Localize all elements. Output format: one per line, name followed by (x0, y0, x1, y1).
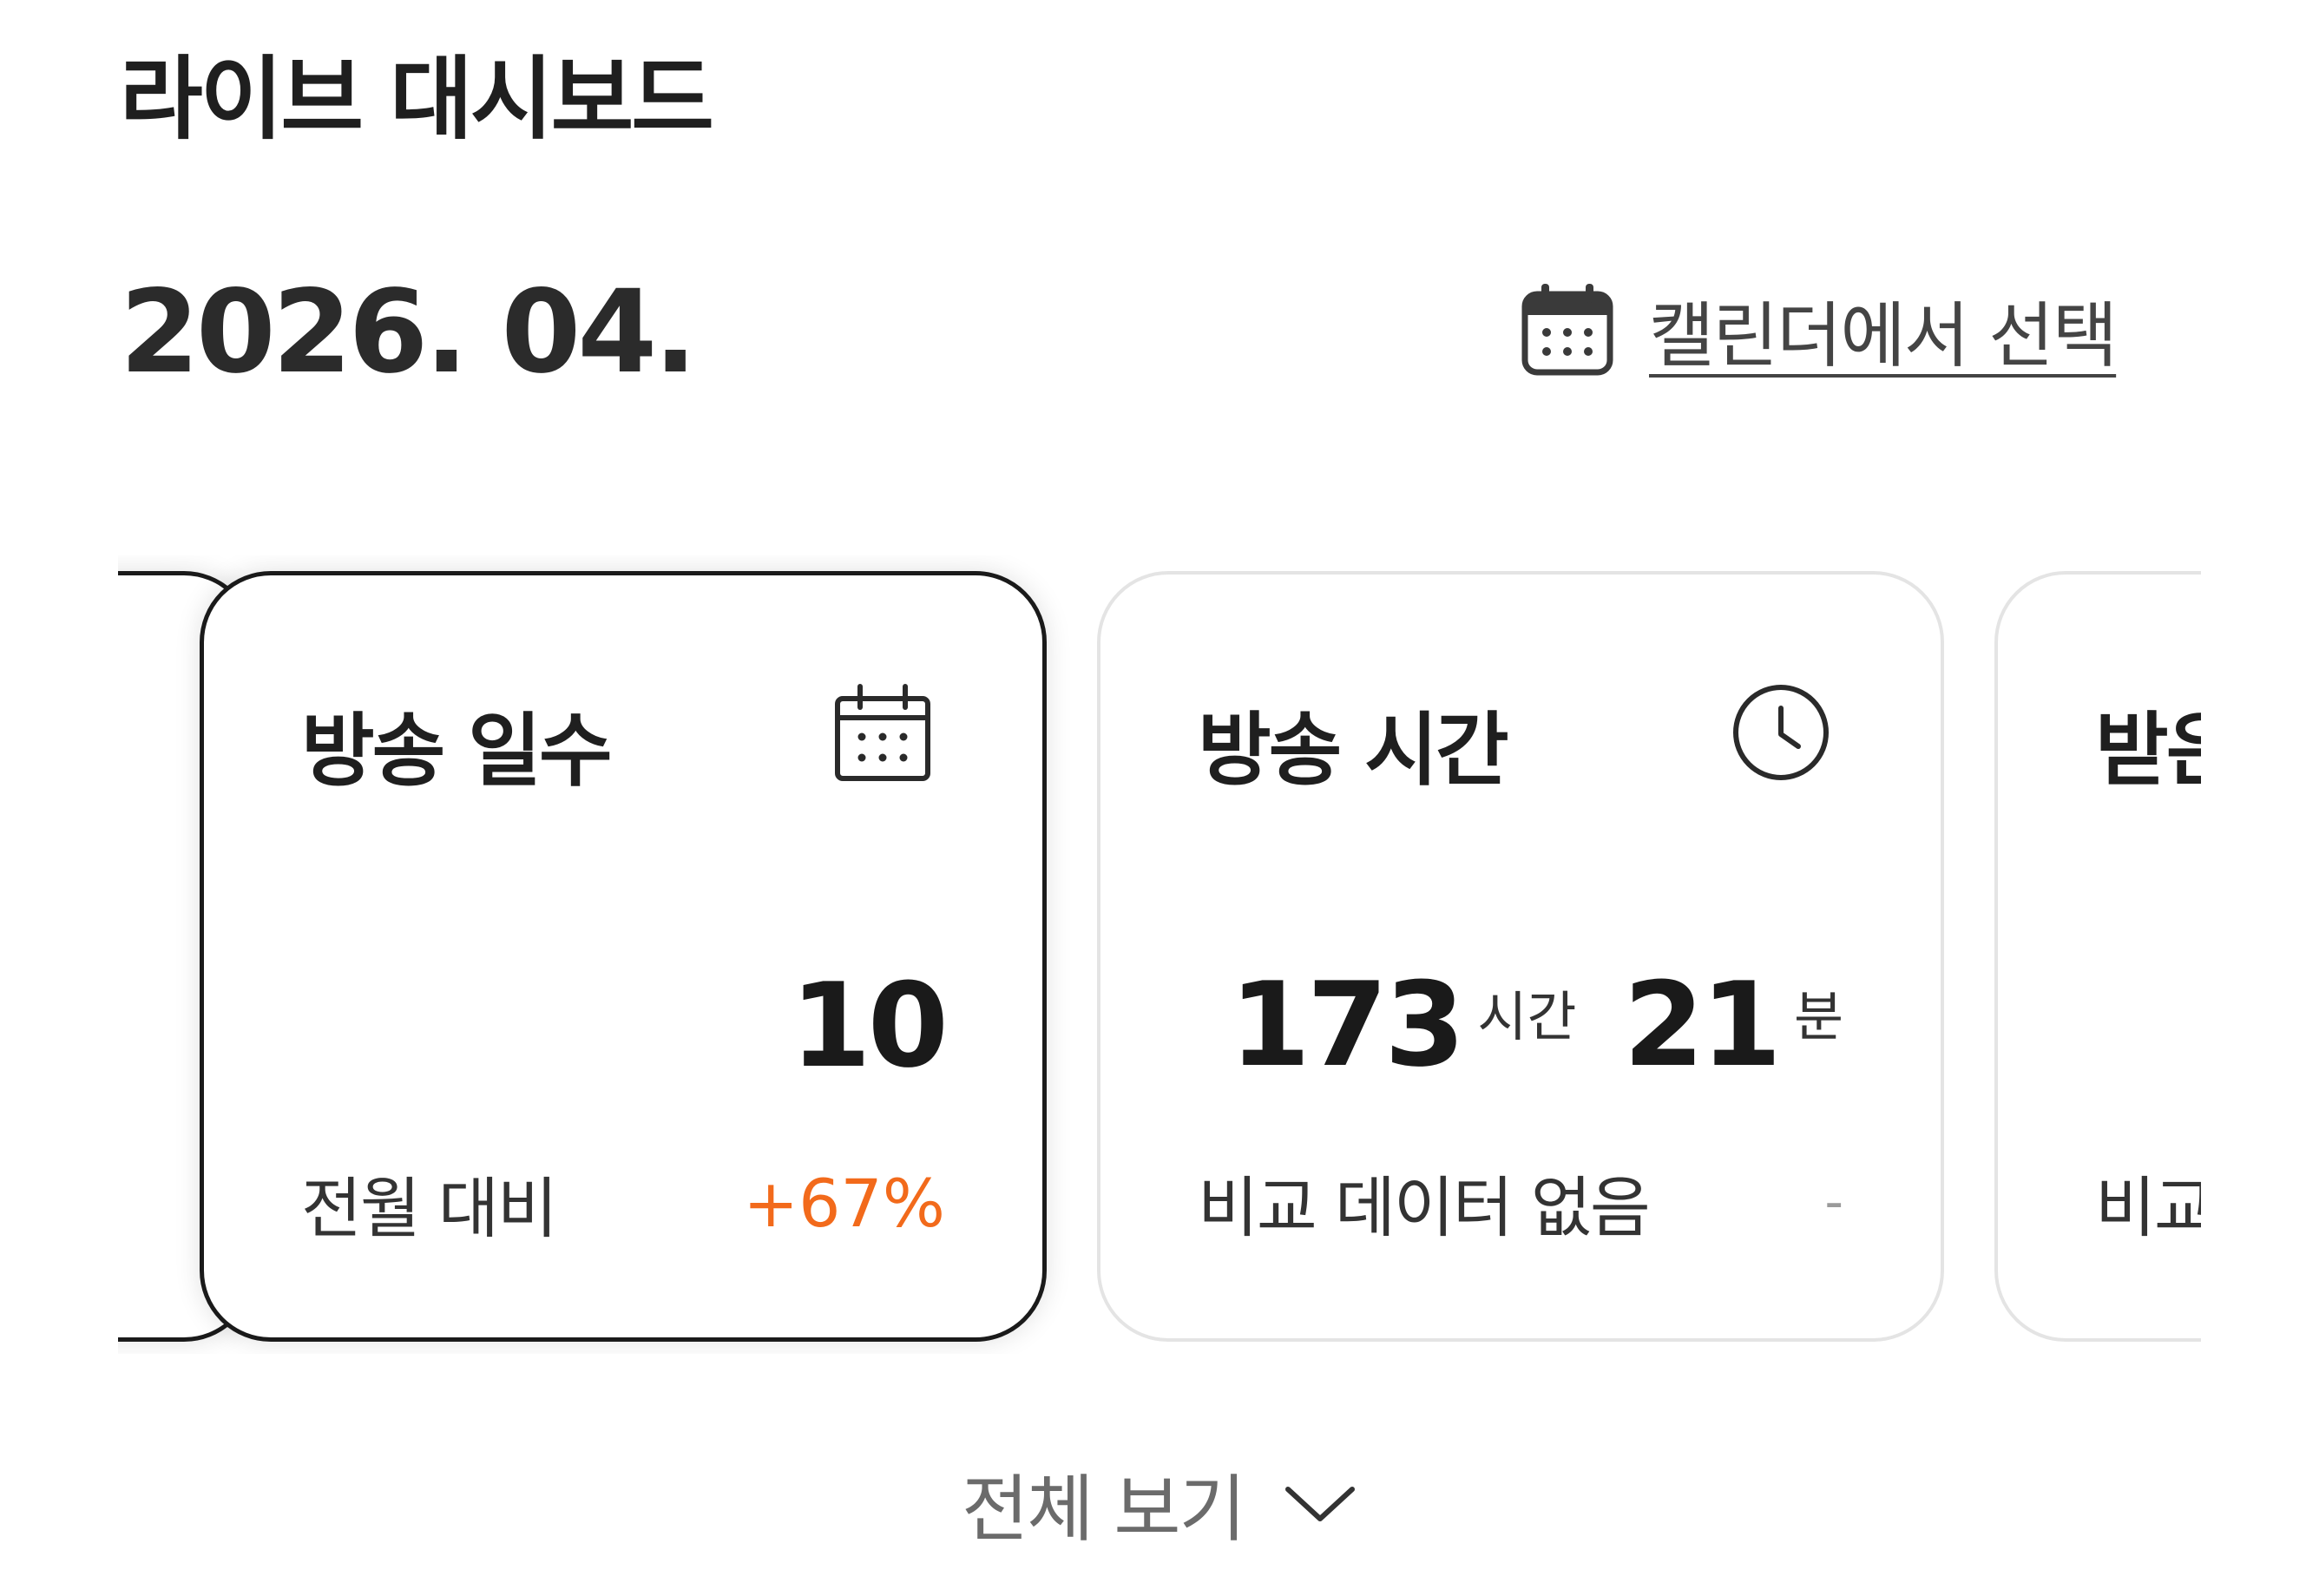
card-title: 방송 일수 (301, 705, 613, 798)
card-title: 받은 (2095, 704, 2201, 797)
card-title: 방송 시간 (1198, 704, 1509, 797)
view-all-button[interactable]: 전체 보기 (962, 1451, 1357, 1556)
stat-card-received[interactable]: 받은 비교 (1994, 571, 2201, 1342)
calendar-icon (1521, 283, 1613, 375)
broadcast-minutes-value: 21 (1623, 957, 1781, 1093)
dashboard-page: 라이브 대시보드 2026. 04. 캘린더에서 선택 방송 일수 10 전월 … (0, 0, 2306, 1596)
card-value: 10 (790, 958, 949, 1094)
broadcast-days-value: 10 (790, 958, 949, 1094)
view-all-label: 전체 보기 (962, 1467, 1246, 1552)
minutes-unit: 분 (1793, 985, 1843, 1048)
calendar-icon (835, 684, 930, 781)
broadcast-hours-value: 173 (1229, 957, 1466, 1093)
card-value: 173 시간 21 분 (1230, 967, 1843, 1083)
calendar-select-label: 캘린더에서 선택 (1649, 295, 2118, 378)
compare-row: 전월 대비 +67% (301, 1155, 945, 1251)
page-title: 라이브 대시보드 (120, 46, 714, 152)
clock-icon (1733, 685, 1829, 780)
hours-unit: 시간 (1477, 985, 1577, 1048)
stat-card-broadcast-time[interactable]: 방송 시간 173 시간 21 분 비교 데이터 없음 - (1097, 571, 1944, 1342)
stat-card-broadcast-days[interactable]: 방송 일수 10 전월 대비 +67% (200, 571, 1047, 1342)
stats-carousel[interactable]: 방송 일수 10 전월 대비 +67% 방송 시간 173 시간 21 분 비교… (118, 555, 2201, 1354)
selected-month: 2026. 04. (120, 266, 697, 399)
compare-row: 비교 데이터 없음 - (1198, 1154, 1843, 1250)
compare-value: - (1824, 1172, 1843, 1232)
compare-label: 비교 데이터 없음 (1198, 1169, 1651, 1246)
calendar-select-link[interactable]: 캘린더에서 선택 (1521, 278, 2118, 381)
compare-value: +67% (743, 1164, 945, 1242)
compare-row: 비교 (2095, 1154, 2201, 1250)
compare-label: 비교 (2095, 1169, 2201, 1246)
compare-label: 전월 대비 (301, 1170, 558, 1247)
chevron-down-icon (1284, 1486, 1355, 1521)
